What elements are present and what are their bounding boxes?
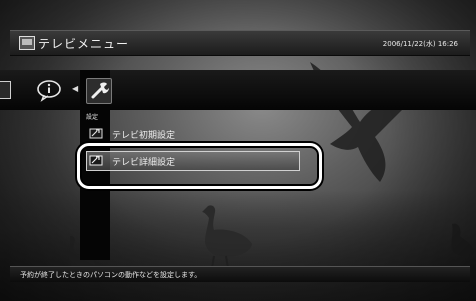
status-text: 予約が終了したときのパソコンの動作などを設定します。 xyxy=(20,271,202,279)
selected-category-label: 設定 xyxy=(86,114,99,121)
menu-item-label: テレビ初期設定 xyxy=(112,131,176,141)
wrench-icon xyxy=(91,82,109,99)
category-icon-bar: ◀ xyxy=(0,70,476,110)
menu-item-tv-initial-settings[interactable]: テレビ初期設定 xyxy=(86,124,300,144)
settings-screen-icon xyxy=(89,128,103,139)
tv-menu-icon xyxy=(19,36,35,50)
window-title: テレビメニュー xyxy=(38,37,130,51)
tv-menu-screen: テレビメニュー 2006/11/22(水) 16:26 ◀ 設定 テレビ初期設定 xyxy=(0,0,476,301)
datetime-display: 2006/11/22(水) 16:26 xyxy=(382,40,458,48)
info-icon[interactable] xyxy=(36,78,62,102)
chevron-left-icon[interactable]: ◀ xyxy=(72,84,78,93)
callout-ring xyxy=(77,143,322,189)
title-bar: テレビメニュー 2006/11/22(水) 16:26 xyxy=(10,30,470,56)
tv-screen-icon[interactable] xyxy=(0,81,11,99)
settings-category-button[interactable] xyxy=(86,78,112,104)
status-bar: 予約が終了したときのパソコンの動作などを設定します。 xyxy=(10,266,470,282)
